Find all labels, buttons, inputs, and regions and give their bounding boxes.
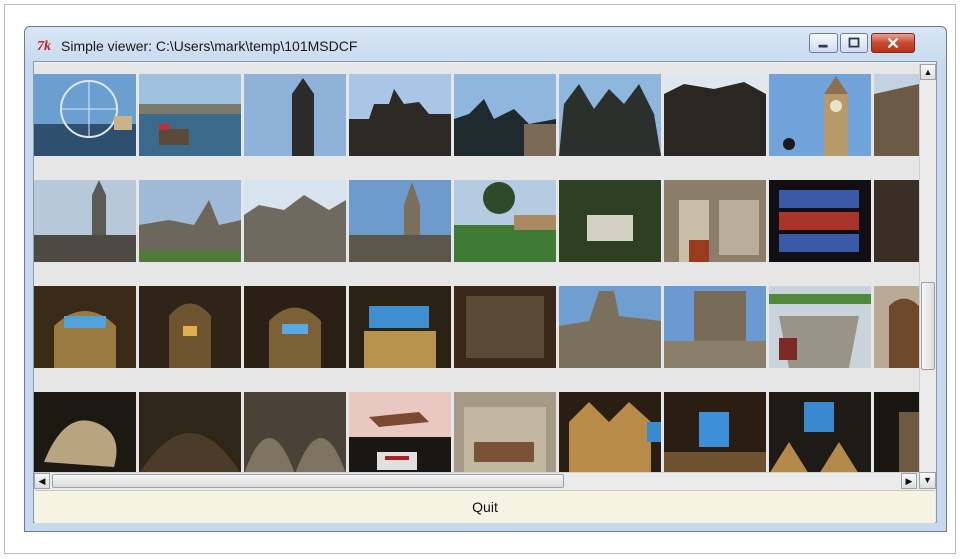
- viewer-area: ▲ ◀ ▶ ▼ Quit: [33, 61, 937, 523]
- thumbnail-image[interactable]: [454, 392, 556, 472]
- window-title: Simple viewer: C:\Users\mark\temp\101MSD…: [61, 38, 358, 54]
- thumbnail-image[interactable]: [244, 286, 346, 368]
- scroll-down-button[interactable]: ▼: [919, 472, 936, 489]
- thumbnail-image[interactable]: [349, 286, 451, 368]
- thumbnail-grid[interactable]: [34, 64, 919, 472]
- thumbnail-row: [34, 276, 919, 382]
- vertical-scrollbar[interactable]: ▲: [919, 64, 936, 472]
- scroll-up-button[interactable]: ▲: [920, 64, 936, 80]
- chevron-right-icon: ▶: [905, 476, 913, 486]
- horizontal-scroll-thumb[interactable]: [52, 474, 564, 488]
- thumbnail-image[interactable]: [139, 180, 241, 262]
- thumbnail-image[interactable]: [769, 392, 871, 472]
- thumbnail-image[interactable]: [454, 286, 556, 368]
- thumbnail-image[interactable]: [559, 74, 661, 156]
- chevron-left-icon: ◀: [38, 476, 46, 486]
- thumbnail-image[interactable]: [454, 180, 556, 262]
- thumbnail-image[interactable]: [244, 180, 346, 262]
- thumbnail-image[interactable]: [34, 286, 136, 368]
- scroll-left-button[interactable]: ◀: [34, 473, 50, 489]
- tk-feather-icon: 7k: [37, 39, 51, 52]
- thumbnail-image[interactable]: [769, 286, 871, 368]
- scroll-right-button[interactable]: ▶: [901, 473, 917, 489]
- thumbnail-image[interactable]: [244, 74, 346, 156]
- close-icon: [887, 37, 899, 49]
- quit-button[interactable]: Quit: [35, 490, 935, 523]
- thumbnail-image[interactable]: [139, 74, 241, 156]
- thumbnail-image[interactable]: [664, 180, 766, 262]
- thumbnail-image[interactable]: [349, 74, 451, 156]
- thumbnail-image[interactable]: [454, 74, 556, 156]
- minimize-icon: [818, 44, 828, 48]
- close-button[interactable]: [871, 33, 915, 53]
- vertical-scroll-thumb[interactable]: [921, 282, 935, 370]
- thumbnail-image[interactable]: [874, 180, 919, 262]
- chevron-down-icon: ▼: [923, 475, 932, 485]
- thumbnail-image[interactable]: [769, 74, 871, 156]
- thumbnail-image[interactable]: [874, 74, 919, 156]
- thumbnail-image[interactable]: [139, 286, 241, 368]
- thumbnail-image[interactable]: [34, 74, 136, 156]
- thumbnail-image[interactable]: [34, 180, 136, 262]
- chevron-up-icon: ▲: [923, 67, 933, 77]
- horizontal-scrollbar[interactable]: ◀ ▶: [34, 472, 919, 489]
- thumbnail-image[interactable]: [244, 392, 346, 472]
- thumbnail-image[interactable]: [559, 392, 661, 472]
- thumbnail-image[interactable]: [139, 392, 241, 472]
- thumbnail-row: [34, 170, 919, 276]
- thumbnail-image[interactable]: [664, 392, 766, 472]
- title-bar[interactable]: 7k Simple viewer: C:\Users\mark\temp\101…: [25, 27, 946, 61]
- thumbnail-row: [34, 382, 919, 472]
- thumbnail-image[interactable]: [664, 286, 766, 368]
- app-window: 7k Simple viewer: C:\Users\mark\temp\101…: [24, 26, 947, 532]
- maximize-icon: [848, 37, 860, 48]
- thumbnail-image[interactable]: [664, 74, 766, 156]
- thumbnail-image[interactable]: [559, 286, 661, 368]
- thumbnail-image[interactable]: [559, 180, 661, 262]
- thumbnail-image[interactable]: [769, 180, 871, 262]
- thumbnail-row: [34, 64, 919, 170]
- thumbnail-image[interactable]: [874, 392, 919, 472]
- minimize-button[interactable]: [809, 33, 838, 53]
- thumbnail-image[interactable]: [874, 286, 919, 368]
- thumbnail-image[interactable]: [349, 392, 451, 472]
- maximize-button[interactable]: [840, 33, 868, 53]
- thumbnail-image[interactable]: [349, 180, 451, 262]
- svg-text:7k: 7k: [37, 39, 51, 52]
- thumbnail-image[interactable]: [34, 392, 136, 472]
